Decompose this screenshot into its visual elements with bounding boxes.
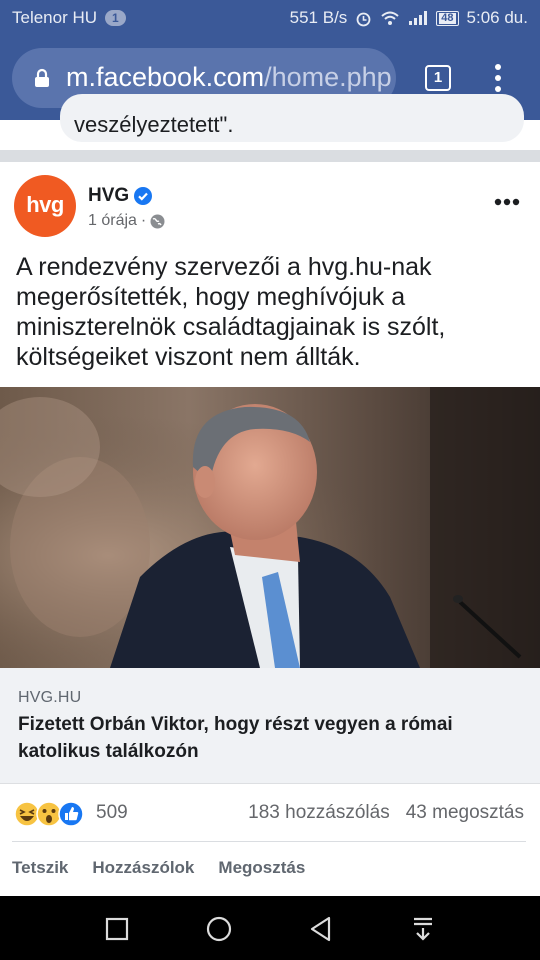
reaction-count: 509 (96, 802, 128, 823)
lock-icon (35, 68, 49, 87)
home-icon[interactable] (206, 916, 232, 942)
wifi-icon (381, 11, 399, 25)
post-image[interactable] (0, 387, 540, 668)
more-options-icon[interactable] (494, 198, 520, 206)
avatar[interactable]: hvg (14, 175, 76, 237)
link-domain: HVG.HU (18, 689, 82, 706)
post-meta: 1 órája · (88, 212, 165, 230)
haha-icon (14, 801, 40, 827)
like-button[interactable]: Tetszik (12, 842, 68, 894)
feed-separator (0, 150, 540, 162)
meta-separator: · (140, 212, 147, 229)
comment-text: veszélyeztetett". (74, 112, 234, 137)
clock: 5:06 du. (466, 8, 528, 27)
page-name[interactable]: HVG (88, 185, 129, 207)
alarm-icon (356, 12, 371, 26)
post-actions: Tetszik Hozzászólok Megosztás (0, 842, 540, 894)
share-button[interactable]: Megosztás (218, 842, 305, 894)
verified-icon (134, 187, 152, 205)
menu-icon[interactable] (488, 64, 508, 94)
recent-apps-icon[interactable] (105, 917, 129, 941)
comment-button[interactable]: Hozzászólok (92, 842, 194, 894)
link-title: Fizetett Orbán Viktor, hogy részt vegyen… (18, 714, 453, 762)
previous-comment: veszélyeztetett". (0, 94, 540, 150)
navigation-bar (0, 896, 540, 960)
speaker-photo (0, 387, 540, 668)
link-preview[interactable]: HVG.HU Fizetett Orbán Viktor, hogy részt… (0, 668, 540, 784)
network-speed: 551 B/s (289, 8, 348, 27)
reactions-summary[interactable]: 509 183 hozzászólás 43 megosztás (0, 784, 540, 842)
tabs-icon[interactable]: 1 (425, 65, 451, 91)
carrier-name: Telenor HU (12, 8, 98, 27)
url-text: m.facebook.com/home.php (66, 62, 392, 93)
shares-count[interactable]: 43 megosztás (406, 802, 524, 824)
signal-icon (409, 11, 428, 25)
status-bar: Telenor HU 1 551 B/s 48 5:06 du. (0, 0, 540, 36)
wow-icon (36, 801, 62, 827)
notification-pull-icon[interactable] (412, 916, 434, 942)
back-icon[interactable] (309, 916, 333, 942)
reaction-icons (14, 801, 84, 827)
globe-icon (150, 214, 165, 228)
post-header: hvg HVG 1 órája · (0, 162, 540, 252)
like-icon (58, 801, 84, 827)
url-path: /home.php (264, 62, 392, 92)
comments-count[interactable]: 183 hozzászólás (248, 802, 390, 824)
post-time[interactable]: 1 órája (88, 212, 137, 230)
notification-badge: 1 (105, 10, 126, 26)
battery-icon: 48 (436, 10, 459, 26)
post-body: A rendezvény szervezői a hvg.hu-nak mege… (16, 253, 446, 371)
url-domain: m.facebook.com (66, 62, 265, 92)
